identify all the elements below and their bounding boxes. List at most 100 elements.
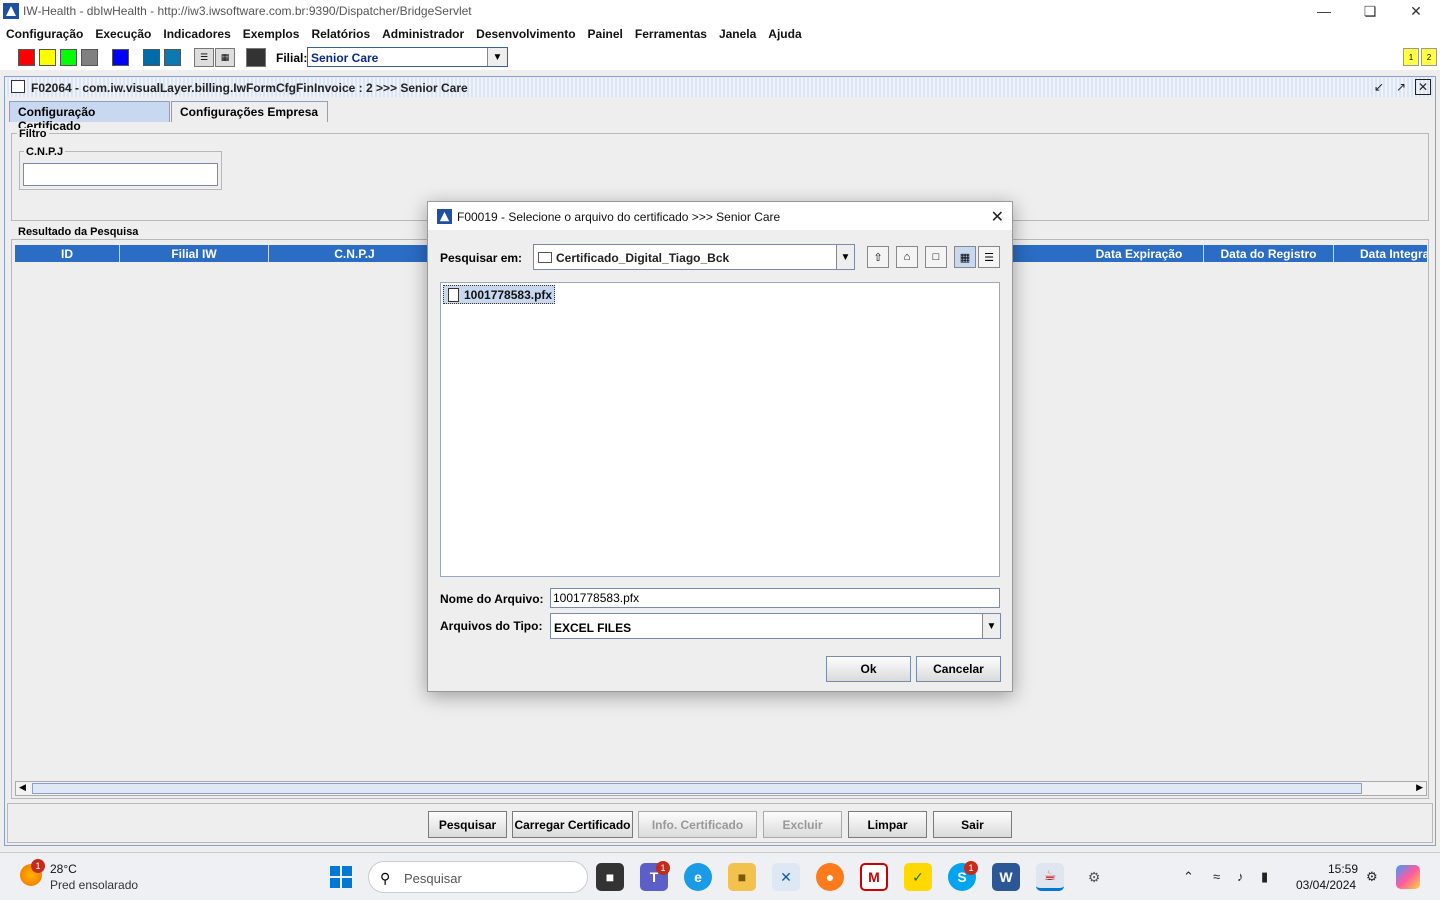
info-certificado-button[interactable]: Info. Certificado — [638, 811, 757, 838]
file-item[interactable]: 1001778583.pfx — [443, 285, 556, 304]
app-icon — [3, 3, 19, 19]
restore-button[interactable]: ❏ — [1347, 0, 1393, 22]
scrollbar-thumb[interactable] — [32, 783, 1362, 794]
folder-icon — [538, 252, 552, 263]
edge-icon[interactable]: e — [684, 863, 712, 891]
lookin-select[interactable]: Certificado_Digital_Tiago_Bck ▼ — [533, 244, 855, 270]
dialog-close-icon[interactable]: ✕ — [991, 207, 1004, 227]
tasks-icon[interactable]: ✓ — [904, 863, 932, 891]
color-swatch-yellow[interactable] — [39, 49, 56, 66]
window-list-icon[interactable]: ▦ — [215, 48, 235, 67]
chevron-down-icon[interactable]: ▼ — [982, 614, 1000, 638]
filetype-value: EXCEL FILES — [554, 621, 632, 635]
pesquisar-button[interactable]: Pesquisar — [428, 811, 507, 838]
filetype-select[interactable]: EXCEL FILES ▼ — [550, 613, 1001, 639]
dark-mode-icon[interactable] — [246, 48, 266, 67]
taskbar: 1 28°C Pred ensolarado ⚲ Pesquisar ■ T 1… — [0, 852, 1440, 900]
dialog-title: F00019 - Selecione o arquivo do certific… — [457, 210, 781, 224]
color-swatch-teal-2[interactable] — [164, 49, 181, 66]
cancel-button[interactable]: Cancelar — [916, 656, 1001, 682]
column-header-filial[interactable]: Filial IW — [120, 245, 269, 262]
chevron-down-icon[interactable]: ▼ — [487, 48, 507, 66]
menu-indicadores[interactable]: Indicadores — [163, 27, 230, 41]
search-placeholder: Pesquisar — [404, 871, 462, 886]
file-list[interactable]: 1001778583.pfx — [440, 282, 1000, 577]
frame-titlebar: F02064 - com.iw.visualLayer.billing.IwFo… — [5, 77, 1435, 97]
notification-button-1[interactable]: 1 — [1403, 48, 1419, 66]
horizontal-scrollbar[interactable]: ◀ ▶ — [15, 781, 1427, 796]
dialog-app-icon — [437, 209, 452, 224]
column-header-data-expiracao[interactable]: Data Expiração — [1075, 245, 1204, 262]
task-view-icon[interactable]: ■ — [596, 863, 624, 891]
menu-configuracao[interactable]: Configuração — [6, 27, 83, 41]
menu-desenvolvimento[interactable]: Desenvolvimento — [476, 27, 575, 41]
mcafee-icon[interactable]: M — [860, 863, 888, 891]
color-swatch-blue[interactable] — [112, 49, 129, 66]
color-swatch-red[interactable] — [18, 49, 35, 66]
snipping-tool-icon[interactable]: ✕ — [772, 863, 800, 891]
menu-relatorios[interactable]: Relatórios — [311, 27, 370, 41]
cnpj-input[interactable] — [23, 163, 218, 186]
file-explorer-icon[interactable]: ■ — [728, 863, 756, 891]
color-swatch-teal[interactable] — [143, 49, 160, 66]
frame-maximize-icon[interactable]: ↗ — [1393, 79, 1409, 95]
excluir-button[interactable]: Excluir — [763, 811, 842, 838]
weather-temperature[interactable]: 28°C — [50, 862, 77, 876]
copilot-icon[interactable] — [1396, 865, 1420, 889]
chevron-up-icon[interactable]: ⌃ — [1183, 869, 1194, 885]
word-icon[interactable]: W — [992, 863, 1020, 891]
new-folder-icon[interactable]: □ — [925, 246, 947, 268]
menu-exemplos[interactable]: Exemplos — [243, 27, 300, 41]
frame-close-icon[interactable]: ✕ — [1415, 79, 1431, 95]
java-app-icon[interactable]: ☕ — [1036, 863, 1064, 891]
home-icon[interactable]: ⌂ — [896, 246, 918, 268]
window-titlebar: IW-Health - dbIwHealth - http://iw3.iwso… — [0, 0, 1440, 22]
taskbar-search[interactable]: ⚲ Pesquisar — [368, 861, 588, 893]
frame-minimize-icon[interactable]: ↙ — [1371, 79, 1387, 95]
limpar-button[interactable]: Limpar — [848, 811, 927, 838]
ok-button[interactable]: Ok — [826, 656, 911, 682]
tab-configuracoes-empresa[interactable]: Configurações Empresa — [171, 101, 328, 122]
column-header-id[interactable]: ID — [15, 245, 120, 262]
up-folder-icon[interactable]: ⇧ — [867, 246, 889, 268]
tree-icon[interactable]: ☰ — [194, 48, 214, 67]
battery-icon[interactable]: ▮ — [1261, 869, 1268, 885]
menu-administrador[interactable]: Administrador — [382, 27, 464, 41]
tab-configuracao-certificado[interactable]: Configuração Certificado — [9, 101, 170, 133]
column-header-cnpj[interactable]: C.N.P.J — [269, 245, 441, 262]
clock-date[interactable]: 03/04/2024 — [1296, 878, 1356, 892]
menu-execucao[interactable]: Execução — [95, 27, 151, 41]
minimize-button[interactable]: — — [1301, 0, 1347, 22]
list-view-icon[interactable]: ▦ — [954, 246, 976, 268]
color-swatch-gray[interactable] — [81, 49, 98, 66]
chevron-down-icon[interactable]: ▼ — [836, 245, 854, 269]
carregar-certificado-button[interactable]: Carregar Certificado — [512, 811, 633, 838]
sair-button[interactable]: Sair — [933, 811, 1012, 838]
weather-description[interactable]: Pred ensolarado — [50, 878, 138, 892]
settings-gear-icon[interactable]: ⚙ — [1080, 863, 1108, 891]
details-view-icon[interactable]: ☰ — [978, 246, 1000, 268]
column-header-data-integra[interactable]: Data Integra — [1334, 245, 1427, 262]
windows-start-icon[interactable] — [330, 866, 352, 888]
color-swatch-green[interactable] — [60, 49, 77, 66]
volume-icon[interactable]: ♪ — [1237, 869, 1244, 884]
filial-select[interactable]: Senior Care ▼ — [307, 47, 508, 67]
skype-badge: 1 — [964, 861, 978, 875]
scroll-right-icon[interactable]: ▶ — [1416, 782, 1423, 793]
menu-painel[interactable]: Painel — [588, 27, 623, 41]
firefox-icon[interactable]: ● — [816, 863, 844, 891]
filename-input[interactable] — [550, 588, 1000, 608]
scroll-left-icon[interactable]: ◀ — [19, 782, 26, 793]
column-header-data-registro[interactable]: Data do Registro — [1204, 245, 1334, 262]
notification-icon[interactable]: ⚙ — [1366, 869, 1378, 885]
wifi-icon[interactable]: ≈ — [1213, 869, 1220, 884]
menu-ajuda[interactable]: Ajuda — [768, 27, 801, 41]
resultado-label: Resultado da Pesquisa — [16, 226, 141, 238]
clock-time[interactable]: 15:59 — [1328, 862, 1358, 876]
close-window-button[interactable]: ✕ — [1393, 0, 1439, 22]
file-item-name: 1001778583.pfx — [464, 288, 553, 302]
frame-title: F02064 - com.iw.visualLayer.billing.IwFo… — [31, 81, 468, 95]
notification-button-2[interactable]: 2 — [1421, 48, 1437, 66]
menu-ferramentas[interactable]: Ferramentas — [635, 27, 707, 41]
menu-janela[interactable]: Janela — [719, 27, 756, 41]
